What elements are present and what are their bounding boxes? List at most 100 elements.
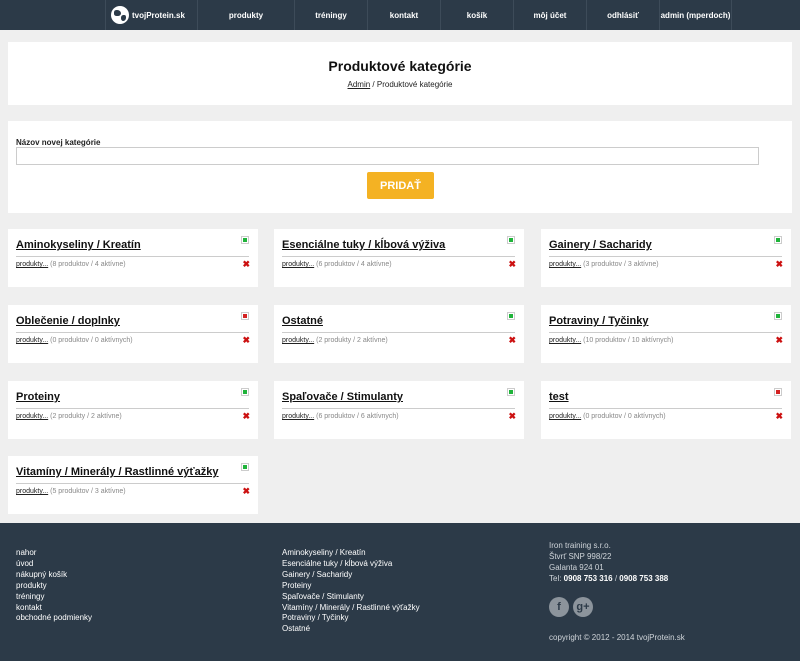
footer-category-link[interactable]: Ostatné — [282, 624, 420, 635]
products-link[interactable]: produkty... — [16, 488, 48, 495]
footer-link[interactable]: tréningy — [16, 592, 92, 603]
nav-item[interactable]: odhlásiť — [586, 0, 659, 30]
footer-link[interactable]: kontakt — [16, 603, 92, 614]
footer-category-link[interactable]: Proteiny — [282, 581, 420, 592]
delete-icon[interactable]: ✖ — [242, 335, 250, 346]
category-name-link[interactable]: Esenciálne tuky / kĺbová výživa — [282, 239, 445, 251]
product-count: (3 produktov / 3 aktívne) — [583, 261, 659, 268]
breadcrumb-separator: / — [370, 80, 377, 89]
category-card: Spaľovače / Stimulanty produkty... (6 pro… — [274, 381, 524, 439]
active-status-icon[interactable] — [241, 388, 249, 396]
footer-link[interactable]: úvod — [16, 559, 92, 570]
category-meta: produkty... (5 produktov / 3 aktívne) — [16, 488, 126, 495]
footer-category-link[interactable]: Spaľovače / Stimulanty — [282, 592, 420, 603]
category-name-link[interactable]: Vitamíny / Minerály / Rastlinné výťažky — [16, 466, 219, 478]
products-link[interactable]: produkty... — [549, 413, 581, 420]
category-name-link[interactable]: Ostatné — [282, 315, 323, 327]
divider — [282, 408, 515, 409]
divider — [16, 408, 249, 409]
top-navigation: tvojProtein.sk produkty tréningy kontakt ko… — [0, 0, 800, 30]
footer-link[interactable]: nákupný košík — [16, 570, 92, 581]
delete-icon[interactable]: ✖ — [775, 411, 783, 422]
company-city: Galanta 924 01 — [549, 562, 604, 572]
category-card: Ostatné produkty... (2 produkty / 2 aktív… — [274, 305, 524, 363]
product-count: (0 produktov / 0 aktívnych) — [583, 413, 666, 420]
delete-icon[interactable]: ✖ — [242, 259, 250, 270]
category-meta: produkty... (6 produktov / 6 aktívnych) — [282, 413, 399, 420]
category-meta: produkty... (0 produktov / 0 aktívnych) — [16, 337, 133, 344]
category-name-link[interactable]: Potraviny / Tyčinky — [549, 315, 648, 327]
category-name-link[interactable]: Oblečenie / doplnky — [16, 315, 120, 327]
page-title: Produktové kategórie — [328, 58, 472, 74]
inactive-status-icon[interactable] — [774, 388, 782, 396]
nav-item[interactable]: košík — [440, 0, 513, 30]
category-card: Esenciálne tuky / kĺbová výživa produkty.… — [274, 229, 524, 287]
active-status-icon[interactable] — [774, 312, 782, 320]
category-name-link[interactable]: test — [549, 391, 569, 403]
category-name-link[interactable]: Proteiny — [16, 391, 60, 403]
breadcrumb: Admin / Produktové kategórie — [8, 80, 792, 89]
google-plus-icon[interactable]: g+ — [573, 597, 593, 617]
active-status-icon[interactable] — [774, 236, 782, 244]
product-count: (6 produktov / 6 aktívnych) — [316, 413, 399, 420]
products-link[interactable]: produkty... — [549, 261, 581, 268]
new-category-input[interactable] — [16, 147, 759, 165]
nav-item[interactable]: kontakt — [367, 0, 440, 30]
product-count: (5 produktov / 3 aktívne) — [50, 488, 126, 495]
active-status-icon[interactable] — [507, 236, 515, 244]
footer-link[interactable]: obchodné podmienky — [16, 613, 92, 624]
product-count: (10 produktov / 10 aktívnych) — [583, 337, 674, 344]
divider — [282, 332, 515, 333]
delete-icon[interactable]: ✖ — [242, 411, 250, 422]
category-name-link[interactable]: Aminokyseliny / Kreatín — [16, 239, 141, 251]
active-status-icon[interactable] — [507, 312, 515, 320]
company-name: Iron training s.r.o. — [549, 541, 611, 550]
nav-item[interactable]: tréningy — [294, 0, 367, 30]
products-link[interactable]: produkty... — [16, 337, 48, 344]
category-meta: produkty... (3 produktov / 3 aktívne) — [549, 261, 659, 268]
footer-link[interactable]: nahor — [16, 548, 92, 559]
footer-category-link[interactable]: Gainery / Sacharidy — [282, 570, 420, 581]
site-logo[interactable]: tvojProtein.sk — [105, 0, 197, 30]
category-name-link[interactable]: Gainery / Sacharidy — [549, 239, 652, 251]
nav-item[interactable]: môj účet — [513, 0, 586, 30]
active-status-icon[interactable] — [241, 463, 249, 471]
social-links: f g+ — [549, 597, 593, 617]
footer-category-link[interactable]: Aminokyseliny / Kreatín — [282, 548, 420, 559]
delete-icon[interactable]: ✖ — [775, 259, 783, 270]
footer-category-links: Aminokyseliny / Kreatín Esenciálne tuky /… — [282, 548, 420, 635]
footer: nahor úvod nákupný košík produkty tréningy ko… — [0, 523, 800, 661]
phone-label: Tel: — [549, 573, 564, 583]
add-category-button[interactable]: PRIDAŤ — [367, 172, 434, 199]
footer-category-link[interactable]: Potraviny / Tyčinky — [282, 613, 420, 624]
divider — [282, 256, 515, 257]
footer-category-link[interactable]: Esenciálne tuky / kĺbová výživa — [282, 559, 420, 570]
category-name-link[interactable]: Spaľovače / Stimulanty — [282, 391, 403, 403]
delete-icon[interactable]: ✖ — [508, 335, 516, 346]
products-link[interactable]: produkty... — [549, 337, 581, 344]
delete-icon[interactable]: ✖ — [508, 411, 516, 422]
products-link[interactable]: produkty... — [282, 413, 314, 420]
product-count: (8 produktov / 4 aktívne) — [50, 261, 126, 268]
footer-link[interactable]: produkty — [16, 581, 92, 592]
products-link[interactable]: produkty... — [16, 413, 48, 420]
delete-icon[interactable]: ✖ — [242, 486, 250, 497]
phone-2: 0908 753 388 — [619, 573, 669, 583]
active-status-icon[interactable] — [241, 236, 249, 244]
delete-icon[interactable]: ✖ — [775, 335, 783, 346]
divider — [16, 483, 249, 484]
footer-nav-links: nahor úvod nákupný košík produkty tréningy ko… — [16, 548, 92, 624]
products-link[interactable]: produkty... — [282, 337, 314, 344]
active-status-icon[interactable] — [507, 388, 515, 396]
phone-1: 0908 753 316 — [563, 573, 613, 583]
inactive-status-icon[interactable] — [241, 312, 249, 320]
category-card: Aminokyseliny / Kreatín produkty... (8 pr… — [8, 229, 258, 287]
products-link[interactable]: produkty... — [282, 261, 314, 268]
products-link[interactable]: produkty... — [16, 261, 48, 268]
facebook-icon[interactable]: f — [549, 597, 569, 617]
breadcrumb-admin-link[interactable]: Admin — [348, 80, 371, 89]
nav-item[interactable]: admin (mperdoch) — [659, 0, 732, 30]
nav-item[interactable]: produkty — [197, 0, 294, 30]
footer-category-link[interactable]: Vitamíny / Minerály / Rastlinné výťažky — [282, 603, 420, 614]
delete-icon[interactable]: ✖ — [508, 259, 516, 270]
